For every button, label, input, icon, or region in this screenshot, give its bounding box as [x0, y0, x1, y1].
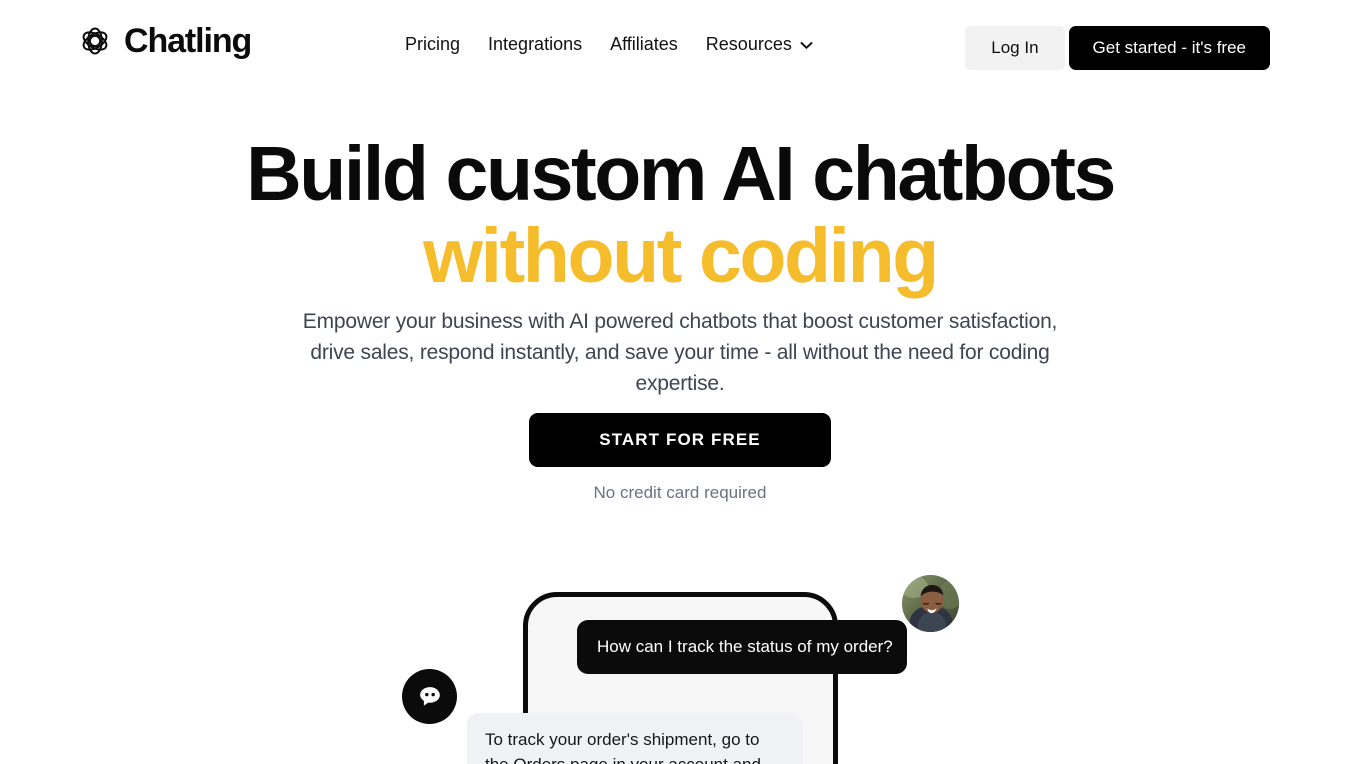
device-frame [523, 592, 838, 764]
brand-name: Chatling [124, 22, 252, 60]
get-started-button[interactable]: Get started - it's free [1068, 26, 1270, 70]
user-photo-avatar [902, 575, 959, 632]
nav-item-resources[interactable]: Resources [706, 31, 813, 57]
brand-logo-link[interactable]: Chatling [76, 22, 252, 60]
chatbot-speech-bubble-icon [402, 669, 457, 724]
headline-line-2-accent: without coding [423, 213, 939, 299]
start-for-free-button[interactable]: START FOR FREE [529, 413, 831, 467]
page-title: Build custom AI chatbots without coding [0, 133, 1360, 297]
nav-item-integrations[interactable]: Integrations [488, 31, 582, 57]
nav-item-pricing[interactable]: Pricing [405, 31, 460, 57]
headline-line-1: Build custom AI chatbots [246, 131, 1116, 217]
chevron-down-icon [800, 39, 813, 50]
nav-item-affiliates[interactable]: Affiliates [610, 31, 678, 57]
nav-label: Affiliates [610, 34, 678, 54]
site-header: Chatling Pricing Integrations Affiliates… [0, 0, 1360, 88]
main-navigation: Pricing Integrations Affiliates Resource… [405, 31, 813, 57]
nav-label: Integrations [488, 34, 583, 54]
nav-label: Resources [705, 34, 792, 54]
nav-label: Pricing [405, 34, 461, 54]
login-button[interactable]: Log In [965, 26, 1065, 70]
hero-cta-group: START FOR FREE No credit card required [0, 413, 1360, 504]
no-credit-card-note: No credit card required [593, 483, 767, 502]
landing-page: Chatling Pricing Integrations Affiliates… [0, 0, 1360, 764]
bot-message-bubble: To track your order's shipment, go to th… [467, 713, 803, 764]
hero-subheading: Empower your business with AI powered ch… [302, 310, 1058, 395]
header-actions: Log In Get started - it's free [965, 26, 1270, 70]
atom-orbital-icon [76, 22, 114, 60]
user-message-bubble: How can I track the status of my order? [577, 620, 907, 674]
